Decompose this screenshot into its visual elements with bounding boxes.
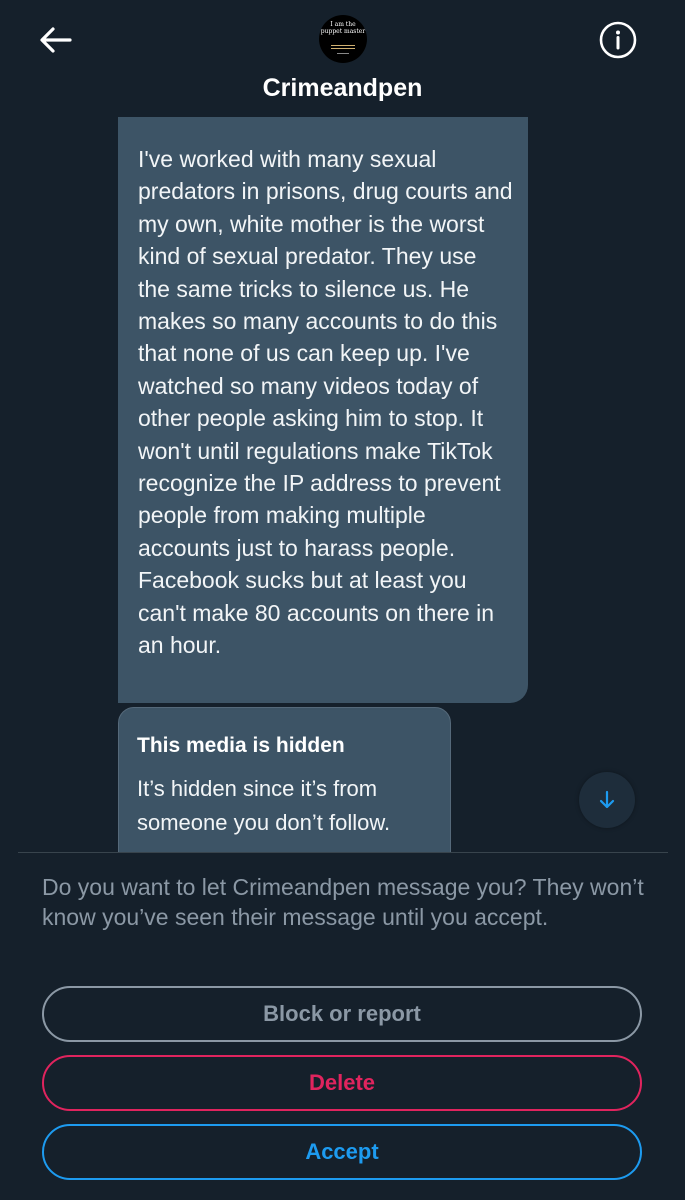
block-or-report-button[interactable]: Block or report bbox=[42, 986, 642, 1042]
message-request-panel: Do you want to let Crimeandpen message y… bbox=[0, 852, 685, 1200]
message-bubble[interactable]: I've worked with many sexual predators i… bbox=[118, 117, 528, 703]
scroll-to-bottom-button[interactable] bbox=[579, 772, 635, 828]
info-circle-icon bbox=[599, 21, 637, 59]
avatar-decoration bbox=[337, 53, 349, 54]
hidden-media-title: This media is hidden bbox=[137, 734, 345, 757]
contact-name[interactable]: Crimeandpen bbox=[0, 74, 685, 103]
arrow-left-icon bbox=[40, 27, 72, 53]
info-button[interactable] bbox=[598, 20, 638, 60]
back-button[interactable] bbox=[36, 20, 76, 60]
hidden-media-description: It’s hidden since it’s from someone you … bbox=[137, 776, 391, 835]
accept-button[interactable]: Accept bbox=[42, 1124, 642, 1180]
avatar[interactable]: I am the puppet master bbox=[319, 15, 367, 63]
avatar-decoration bbox=[331, 48, 355, 49]
arrow-down-icon bbox=[599, 790, 615, 809]
divider bbox=[18, 852, 668, 853]
avatar-text: I am the puppet master bbox=[320, 21, 366, 35]
conversation-header: I am the puppet master Crimeandpen bbox=[0, 0, 685, 118]
message-text: I've worked with many sexual predators i… bbox=[138, 146, 513, 659]
delete-button[interactable]: Delete bbox=[42, 1055, 642, 1111]
hidden-media-bubble[interactable]: This media is hidden It’s hidden since i… bbox=[118, 707, 451, 867]
dm-conversation-screen: I am the puppet master Crimeandpen I've … bbox=[0, 0, 685, 1200]
request-prompt: Do you want to let Crimeandpen message y… bbox=[42, 874, 644, 930]
avatar-decoration bbox=[331, 45, 355, 46]
